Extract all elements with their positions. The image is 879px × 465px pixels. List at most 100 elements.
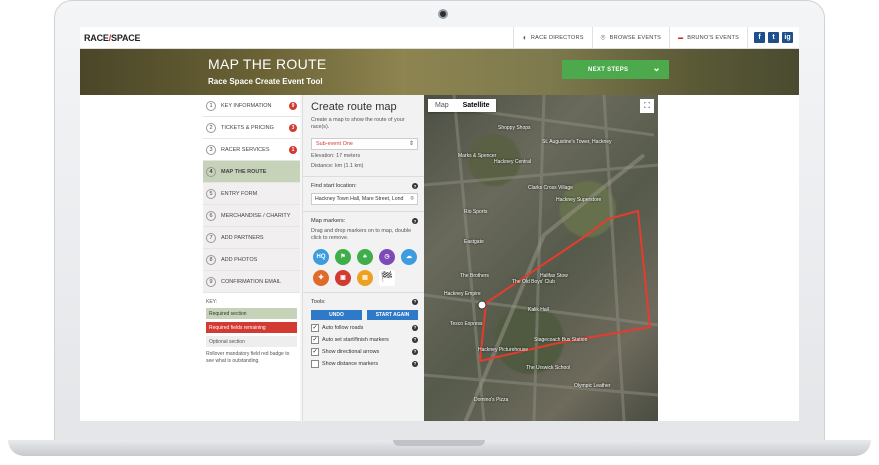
start-again-button[interactable]: START AGAIN <box>367 309 418 320</box>
map-place-label[interactable]: Tesco Express <box>450 321 483 327</box>
location-pin-icon[interactable]: ⌾ <box>410 196 414 203</box>
help-icon[interactable]: ? <box>412 218 418 225</box>
fullscreen-icon[interactable]: ⛶ <box>640 99 654 113</box>
flag-marker-icon[interactable]: ⚑ <box>335 248 351 265</box>
help-icon[interactable]: ? <box>412 348 418 355</box>
map-place-label[interactable]: St. Augustine's Tower, Hackney <box>542 139 612 145</box>
nav-browse-events[interactable]: ⌾ BROWSE EVENTS <box>591 27 669 49</box>
start-location-value: Hackney Town Hall, Mare Street, Lond <box>315 196 404 203</box>
key-remaining: Required fields remaining <box>206 322 297 333</box>
nav-brunos-events[interactable]: ▬ BRUNO'S EVENTS <box>669 27 747 49</box>
checkbox[interactable]: ✓ <box>311 323 319 332</box>
user-badge-icon: ▬ <box>678 34 684 41</box>
next-steps-button[interactable]: NEXT STEPS ⌄ <box>562 60 669 79</box>
cloud-marker-icon[interactable]: ☁ <box>401 248 417 265</box>
hq-marker-icon[interactable]: HQ <box>313 248 329 265</box>
route-panel: Create route map Create a map to show th… <box>302 95 424 421</box>
alert-badge[interactable]: 3 <box>289 123 297 132</box>
panel-title: Create route map <box>311 101 397 113</box>
map-place-label[interactable]: Hackney Superstore <box>556 197 601 203</box>
step-number: 3 <box>206 144 216 155</box>
markers-label-row: Map markers: ? <box>311 218 418 225</box>
start-location-input[interactable]: Hackney Town Hall, Mare Street, Lond ⌾ <box>311 193 418 206</box>
finish-flag-icon[interactable]: 🏁 <box>379 269 395 286</box>
tab-satellite[interactable]: Satellite <box>456 99 497 112</box>
map-place-label[interactable]: Eastgate <box>464 239 484 245</box>
nav-race-directors-label: RACE DIRECTORS <box>530 34 584 41</box>
step-number: 8 <box>206 254 216 265</box>
help-icon[interactable]: ? <box>412 360 418 367</box>
help-icon[interactable]: ? <box>412 298 418 305</box>
checkbox[interactable]: ✓ <box>311 335 319 344</box>
map-place-label[interactable]: Hackney Central <box>494 159 531 165</box>
option-row[interactable]: Show distance markers? <box>311 359 418 368</box>
step-entry-form[interactable]: 5 ENTRY FORM <box>203 183 300 205</box>
instagram-icon[interactable]: ig <box>782 32 793 43</box>
timer-marker-icon[interactable]: ◷ <box>379 248 395 265</box>
map-place-label[interactable]: The Brothers <box>460 273 489 279</box>
map-place-label[interactable]: Olympic Leather <box>574 383 610 389</box>
sub-event-value: Sub-event One <box>316 140 353 147</box>
option-row[interactable]: ✓ Show directional arrows? <box>311 347 418 356</box>
map-place-label[interactable]: The Urswick School <box>526 365 570 371</box>
step-add-photos[interactable]: 8 ADD PHOTOS <box>203 249 300 271</box>
map-place-label[interactable]: Shoppy Shops <box>498 125 531 131</box>
webcam-icon <box>438 9 448 19</box>
logo-text-right: SPACE <box>111 32 141 43</box>
help-icon[interactable]: ? <box>412 183 418 190</box>
map-place-label[interactable]: Halifax Stow <box>540 273 568 279</box>
undo-button[interactable]: UNDO <box>311 309 362 320</box>
car-marker-icon[interactable]: ▣ <box>335 269 351 286</box>
map-place-label[interactable]: Clarks Cross Village <box>528 185 573 191</box>
route-map[interactable]: Map Satellite ⛶ Shoppy Shops St. Augustin… <box>424 95 658 421</box>
top-navigation: RACE/SPACE ◖ RACE DIRECTORS ⌾ BROWSE EVE… <box>80 27 799 49</box>
key-title: KEY: <box>206 299 218 305</box>
step-label: MERCHANDISE / CHARITY <box>221 212 291 219</box>
map-place-label[interactable]: Rio Sports <box>464 209 487 215</box>
facebook-icon[interactable]: f <box>754 32 765 43</box>
divider <box>303 211 424 213</box>
water-marker-icon[interactable]: ▤ <box>357 269 373 286</box>
tree-marker-icon[interactable]: ♣ <box>357 248 373 265</box>
help-icon[interactable]: ? <box>412 324 418 331</box>
alert-badge[interactable]: 9 <box>289 101 297 110</box>
left-margin <box>80 95 203 421</box>
nav-race-directors[interactable]: ◖ RACE DIRECTORS <box>512 27 592 49</box>
option-row[interactable]: ✓ Auto set start/finish markers? <box>311 335 418 344</box>
divider <box>303 291 424 293</box>
map-place-label[interactable]: Stagecoach Bus Station <box>534 337 587 343</box>
twitter-icon[interactable]: t <box>768 32 779 43</box>
step-confirmation-email[interactable]: 9 CONFIRMATION EMAIL <box>203 271 300 293</box>
map-place-label[interactable]: Hackney Picturehouse <box>478 347 528 353</box>
sub-event-select[interactable]: Sub-event One ⇕ <box>311 137 418 150</box>
step-key-information[interactable]: 1 KEY INFORMATION 9 <box>203 95 300 117</box>
alert-badge[interactable]: 1 <box>289 145 297 154</box>
checkbox[interactable]: ✓ <box>311 347 319 356</box>
medical-marker-icon[interactable]: ✚ <box>313 269 329 286</box>
step-map-the-route[interactable]: 4 MAP THE ROUTE <box>203 161 300 183</box>
right-margin <box>658 95 799 421</box>
step-tickets-pricing[interactable]: 2 TICKETS & PRICING 3 <box>203 117 300 139</box>
race-space-logo[interactable]: RACE/SPACE <box>84 32 141 43</box>
route-options: ✓ Auto follow roads? ✓ Auto set start/finis… <box>303 323 424 368</box>
nav-brunos-events-label: BRUNO'S EVENTS <box>687 34 739 41</box>
map-place-label[interactable]: Marks & Spencer <box>458 153 496 159</box>
step-racer-services[interactable]: 3 RACER SERVICES 1 <box>203 139 300 161</box>
step-label: MAP THE ROUTE <box>221 168 267 175</box>
step-number: 1 <box>206 100 216 111</box>
checkbox[interactable] <box>311 359 319 368</box>
nav-links: ◖ RACE DIRECTORS ⌾ BROWSE EVENTS ▬ BRUNO… <box>512 27 799 49</box>
step-add-partners[interactable]: 7 ADD PARTNERS <box>203 227 300 249</box>
option-row[interactable]: ✓ Auto follow roads? <box>311 323 418 332</box>
step-number: 7 <box>206 232 216 243</box>
tab-map[interactable]: Map <box>428 99 456 112</box>
distance-text: Distance: km (1.1 km) <box>311 162 364 169</box>
start-location-label: Find start location: <box>311 183 357 190</box>
help-icon[interactable]: ? <box>412 336 418 343</box>
step-merchandise-charity[interactable]: 6 MERCHANDISE / CHARITY <box>203 205 300 227</box>
markers-label: Map markers: <box>311 218 346 225</box>
map-place-label[interactable]: Domino's Pizza <box>474 397 508 403</box>
map-place-label[interactable]: The Old Boys' Club <box>512 279 555 285</box>
map-place-label[interactable]: Kalik Hall <box>528 307 549 313</box>
map-place-label[interactable]: Hackney Empire <box>444 291 481 297</box>
